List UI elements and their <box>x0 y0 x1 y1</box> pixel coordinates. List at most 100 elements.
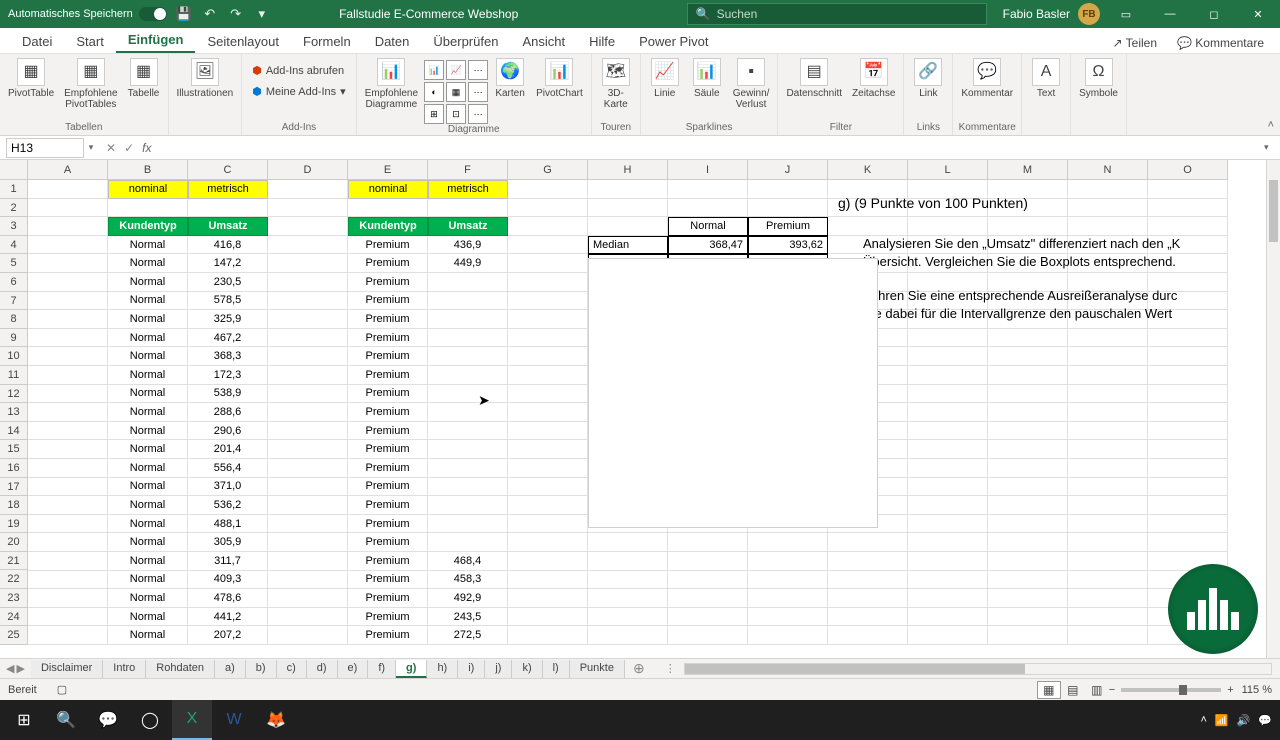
cell[interactable] <box>508 366 588 385</box>
3dmap-button[interactable]: 🗺3D- Karte <box>596 56 636 112</box>
cell[interactable] <box>668 552 748 571</box>
sparkline-column-button[interactable]: 📊Säule <box>687 56 727 101</box>
cell[interactable] <box>428 459 508 478</box>
name-box-dropdown[interactable]: ▾ <box>84 142 98 153</box>
sheet-tab-Intro[interactable]: Intro <box>103 660 146 678</box>
cell[interactable] <box>268 292 348 311</box>
row-header-13[interactable]: 13 <box>0 403 28 422</box>
row-header-10[interactable]: 10 <box>0 347 28 366</box>
cell[interactable] <box>748 608 828 627</box>
cell[interactable] <box>28 589 108 608</box>
cell[interactable] <box>268 459 348 478</box>
start-menu-button[interactable]: ⊞ <box>4 700 44 740</box>
cell[interactable]: 556,4 <box>188 459 268 478</box>
cell[interactable] <box>668 571 748 590</box>
cell[interactable] <box>508 199 588 218</box>
cell[interactable] <box>508 310 588 329</box>
cell[interactable] <box>28 236 108 255</box>
autosave-toggle[interactable]: Automatisches Speichern <box>8 7 167 21</box>
cell[interactable]: Normal <box>108 533 188 552</box>
view-pagebreak-icon[interactable]: ▥ <box>1085 681 1109 699</box>
cell[interactable]: Normal <box>668 217 748 236</box>
cell[interactable]: Premium <box>348 385 428 404</box>
cell[interactable] <box>1068 571 1148 590</box>
col-header-N[interactable]: N <box>1068 160 1148 180</box>
cell[interactable]: Premium <box>348 459 428 478</box>
cell[interactable] <box>508 533 588 552</box>
cell[interactable]: Umsatz <box>188 217 268 236</box>
cell[interactable] <box>268 478 348 497</box>
ribbon-mode-icon[interactable]: ▭ <box>1108 0 1144 28</box>
cell[interactable] <box>668 608 748 627</box>
cell[interactable] <box>268 217 348 236</box>
cell[interactable] <box>988 626 1068 645</box>
cell[interactable]: Median <box>588 236 668 255</box>
cell[interactable]: Premium <box>348 329 428 348</box>
chart-type-grid[interactable]: 📊📈⋯◐▦⋯⊞⊡⋯ <box>424 60 488 124</box>
ribbon-tab-überprüfen[interactable]: Überprüfen <box>421 30 510 53</box>
taskbar-firefox[interactable]: 🦊 <box>256 700 296 740</box>
cell[interactable] <box>28 571 108 590</box>
cell[interactable]: 368,3 <box>188 347 268 366</box>
cell[interactable] <box>588 180 668 199</box>
cell[interactable] <box>268 347 348 366</box>
cell[interactable] <box>28 422 108 441</box>
cell[interactable] <box>1068 608 1148 627</box>
cell[interactable]: 288,6 <box>188 403 268 422</box>
taskbar-word[interactable]: W <box>214 700 254 740</box>
cell[interactable] <box>668 180 748 199</box>
cell[interactable]: 449,9 <box>428 254 508 273</box>
cell[interactable] <box>428 422 508 441</box>
sheet-tab-b)[interactable]: b) <box>246 660 277 678</box>
cell[interactable] <box>428 478 508 497</box>
cell[interactable] <box>268 329 348 348</box>
cell[interactable] <box>428 310 508 329</box>
col-header-G[interactable]: G <box>508 160 588 180</box>
redo-icon[interactable]: ↷ <box>227 5 245 23</box>
cell[interactable]: 172,3 <box>188 366 268 385</box>
cell[interactable] <box>268 626 348 645</box>
cell[interactable] <box>28 552 108 571</box>
cell[interactable]: Premium <box>348 273 428 292</box>
cell[interactable] <box>28 515 108 534</box>
cell[interactable]: Premium <box>348 626 428 645</box>
minimize-icon[interactable]: — <box>1152 0 1188 28</box>
sheet-tab-a)[interactable]: a) <box>215 660 246 678</box>
cell[interactable] <box>988 608 1068 627</box>
cell[interactable] <box>1068 329 1148 348</box>
cell[interactable] <box>908 459 988 478</box>
cell[interactable] <box>988 571 1068 590</box>
toggle-switch[interactable] <box>139 7 167 21</box>
cell[interactable]: Premium <box>348 422 428 441</box>
row-header-11[interactable]: 11 <box>0 366 28 385</box>
cell[interactable]: Premium <box>348 496 428 515</box>
taskbar-app1[interactable]: 💬 <box>88 700 128 740</box>
cell[interactable]: 290,6 <box>188 422 268 441</box>
row-header-8[interactable]: 8 <box>0 310 28 329</box>
horizontal-scrollbar[interactable] <box>684 663 1272 675</box>
cell[interactable]: 147,2 <box>188 254 268 273</box>
cell[interactable] <box>748 180 828 199</box>
cell[interactable]: 436,9 <box>428 236 508 255</box>
cell[interactable]: 368,47 <box>668 236 748 255</box>
row-header-17[interactable]: 17 <box>0 478 28 497</box>
cell[interactable] <box>508 273 588 292</box>
qat-more-icon[interactable]: ▾ <box>253 5 271 23</box>
close-icon[interactable]: ✕ <box>1240 0 1276 28</box>
cell[interactable] <box>268 310 348 329</box>
cell[interactable] <box>28 329 108 348</box>
sheet-area[interactable]: ABCDEFGHIJKLMNO 123456789101112131415161… <box>0 160 1280 658</box>
cell[interactable] <box>1068 589 1148 608</box>
cell[interactable]: 243,5 <box>428 608 508 627</box>
sheet-tab-Rohdaten[interactable]: Rohdaten <box>146 660 215 678</box>
cell[interactable] <box>268 180 348 199</box>
cell[interactable] <box>1148 403 1228 422</box>
cell[interactable] <box>668 589 748 608</box>
macro-record-icon[interactable]: ▢ <box>57 683 67 696</box>
cell[interactable] <box>988 515 1068 534</box>
cell[interactable] <box>28 310 108 329</box>
comment-button[interactable]: 💬Kommentar <box>957 56 1017 101</box>
cell[interactable]: Normal <box>108 329 188 348</box>
cell[interactable] <box>588 589 668 608</box>
row-header-23[interactable]: 23 <box>0 589 28 608</box>
